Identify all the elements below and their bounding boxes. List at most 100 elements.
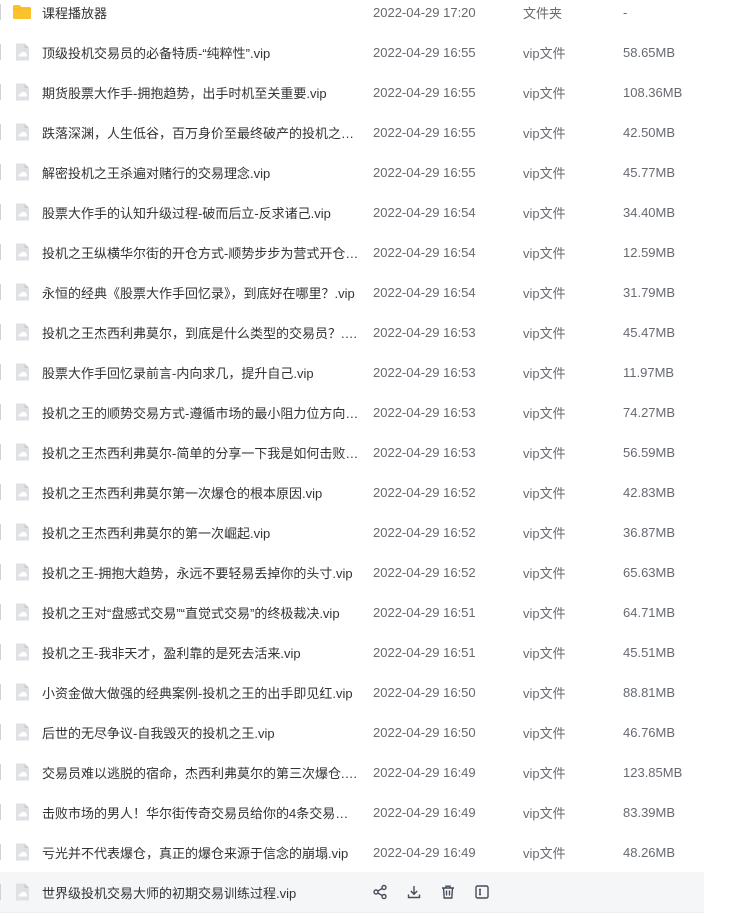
file-row[interactable]: 击败市场的男人！华尔街传奇交易员给你的4条交易忠告.v... 2022-04-29… [0,792,704,832]
download-icon[interactable] [404,882,424,902]
row-checkbox[interactable] [0,364,1,380]
row-checkbox[interactable] [0,84,1,100]
modified-time: 2022-04-29 16:49 [373,764,476,780]
file-name[interactable]: 击败市场的男人！华尔街传奇交易员给你的4条交易忠告.v... [42,803,360,822]
file-name[interactable]: 顶级投机交易员的必备特质-“纯粹性”.vip [42,43,360,62]
file-icon [12,162,32,182]
row-checkbox[interactable] [0,684,1,700]
file-name[interactable]: 跌落深渊，人生低谷，百万身价至最终破产的投机之王.vip [42,123,360,142]
row-checkbox[interactable] [0,724,1,740]
file-row[interactable]: 投机之王纵横华尔街的开仓方式-顺势步步为营式开仓.vip 2022-04-29 1… [0,232,704,272]
file-row[interactable]: 投机之王杰西利弗莫尔第一次爆仓的根本原因.vip 2022-04-29 16:52… [0,472,704,512]
file-row[interactable]: 世界级投机交易大师的初期交易训练过程.vip [0,872,704,912]
row-checkbox[interactable] [0,164,1,180]
file-row[interactable]: 交易员难以逃脱的宿命，杰西利弗莫尔的第三次爆仓.vip 2022-04-29 16… [0,752,704,792]
file-row[interactable]: 亏光并不代表爆仓，真正的爆仓来源于信念的崩塌.vip 2022-04-29 16:… [0,832,704,872]
file-row[interactable]: 投机之王杰西利弗莫尔，到底是什么类型的交易员？.vip 2022-04-29 16… [0,312,704,352]
file-row[interactable]: 解密投机之王杀遍对赌行的交易理念.vip 2022-04-29 16:55 vip文… [0,152,704,192]
file-name[interactable]: 世界级投机交易大师的初期交易训练过程.vip [42,883,360,902]
modified-time: 2022-04-29 16:49 [373,844,476,860]
modified-time: 2022-04-29 16:54 [373,244,476,260]
file-row[interactable]: 投机之王的顺势交易方式-遵循市场的最小阻力位方向.vip 2022-04-29 1… [0,392,704,432]
row-checkbox[interactable] [0,404,1,420]
file-row[interactable]: 顶级投机交易员的必备特质-“纯粹性”.vip 2022-04-29 16:55 vi… [0,32,704,72]
file-row[interactable]: 股票大作手的认知升级过程-破而后立-反求诸己.vip 2022-04-29 16:… [0,192,704,232]
file-row[interactable]: 投机之王杰西利弗莫尔-简单的分享一下我是如何击败市... 2022-04-29 1… [0,432,704,472]
modified-time: 2022-04-29 16:49 [373,804,476,820]
file-name[interactable]: 投机之王-我非天才，盈利靠的是死去活来.vip [42,643,360,662]
file-icon [12,882,32,902]
file-row[interactable]: 投机之王-拥抱大趋势，永远不要轻易丢掉你的头寸.vip 2022-04-29 16… [0,552,704,592]
share-icon[interactable] [370,882,390,902]
file-icon [12,122,32,142]
file-name[interactable]: 课程播放器 [42,3,360,22]
row-checkbox[interactable] [0,844,1,860]
row-checkbox[interactable] [0,284,1,300]
file-row[interactable]: 投机之王对“盘感式交易”“直觉式交易”的终极裁决.vip 2022-04-29 1… [0,592,704,632]
file-size: 65.63MB [623,564,676,580]
file-row[interactable]: 后世的无尽争议-自我毁灭的投机之王.vip 2022-04-29 16:50 vip… [0,712,704,752]
file-name[interactable]: 永恒的经典《股票大作手回忆录》，到底好在哪里？.vip [42,283,360,302]
file-type: vip文件 [523,285,566,301]
file-name[interactable]: 投机之王杰西利弗莫尔，到底是什么类型的交易员？.vip [42,323,360,342]
file-name[interactable]: 投机之王对“盘感式交易”“直觉式交易”的终极裁决.vip [42,603,360,622]
file-size: 11.97MB [623,364,675,380]
file-size: 42.83MB [623,484,676,500]
modified-time: 2022-04-29 16:52 [373,484,476,500]
file-row[interactable]: 期货股票大作手-拥抱趋势，出手时机至关重要.vip 2022-04-29 16:5… [0,72,704,112]
file-row[interactable]: 跌落深渊，人生低谷，百万身价至最终破产的投机之王.vip 2022-04-29 1… [0,112,704,152]
file-type: vip文件 [523,165,566,181]
file-size: 45.47MB [623,324,676,340]
row-checkbox[interactable] [0,524,1,540]
row-checkbox[interactable] [0,644,1,660]
file-name[interactable]: 期货股票大作手-拥抱趋势，出手时机至关重要.vip [42,83,360,102]
file-name[interactable]: 解密投机之王杀遍对赌行的交易理念.vip [42,163,360,182]
folder-row[interactable]: 课程播放器 2022-04-29 17:20 文件夹 - [0,0,704,32]
delete-icon[interactable] [438,882,458,902]
row-checkbox[interactable] [0,44,1,60]
file-name[interactable]: 投机之王杰西利弗莫尔-简单的分享一下我是如何击败市... [42,443,360,462]
more-icon[interactable] [472,882,492,902]
file-name[interactable]: 小资金做大做强的经典案例-投机之王的出手即见红.vip [42,683,360,702]
file-type: 文件夹 [523,5,563,21]
row-checkbox[interactable] [0,244,1,260]
file-icon [12,402,32,422]
row-checkbox[interactable] [0,324,1,340]
file-type: vip文件 [523,565,566,581]
row-checkbox[interactable] [0,204,1,220]
file-icon [12,42,32,62]
file-name[interactable]: 后世的无尽争议-自我毁灭的投机之王.vip [42,723,360,742]
file-icon [12,322,32,342]
file-name[interactable]: 股票大作手回忆录前言-内向求几，提升自己.vip [42,363,360,382]
row-checkbox[interactable] [0,484,1,500]
file-name[interactable]: 交易员难以逃脱的宿命，杰西利弗莫尔的第三次爆仓.vip [42,763,360,782]
file-name[interactable]: 投机之王的顺势交易方式-遵循市场的最小阻力位方向.vip [42,403,360,422]
file-row[interactable]: 永恒的经典《股票大作手回忆录》，到底好在哪里？.vip 2022-04-29 16… [0,272,704,312]
row-checkbox[interactable] [0,884,1,900]
row-checkbox[interactable] [0,4,1,20]
file-type: vip文件 [523,805,566,821]
file-icon [12,642,32,662]
file-size: 42.50MB [623,124,676,140]
row-checkbox[interactable] [0,444,1,460]
file-row[interactable]: 股票大作手回忆录前言-内向求几，提升自己.vip 2022-04-29 16:53… [0,352,704,392]
file-name[interactable]: 投机之王纵横华尔街的开仓方式-顺势步步为营式开仓.vip [42,243,360,262]
modified-time: 2022-04-29 16:55 [373,124,476,140]
file-icon [12,82,32,102]
file-name[interactable]: 投机之王-拥抱大趋势，永远不要轻易丢掉你的头寸.vip [42,563,360,582]
file-name[interactable]: 投机之王杰西利弗莫尔第一次爆仓的根本原因.vip [42,483,360,502]
file-list: 课程播放器 2022-04-29 17:20 文件夹 - 顶级投机交易员的必备特质-“纯… [0,0,704,912]
row-checkbox[interactable] [0,764,1,780]
file-name[interactable]: 股票大作手的认知升级过程-破而后立-反求诸己.vip [42,203,360,222]
file-row[interactable]: 小资金做大做强的经典案例-投机之王的出手即见红.vip 2022-04-29 16… [0,672,704,712]
modified-time: 2022-04-29 16:53 [373,364,476,380]
row-checkbox[interactable] [0,124,1,140]
row-checkbox[interactable] [0,564,1,580]
row-checkbox[interactable] [0,604,1,620]
row-actions [370,882,492,902]
row-checkbox[interactable] [0,804,1,820]
file-row[interactable]: 投机之王-我非天才，盈利靠的是死去活来.vip 2022-04-29 16:51 v… [0,632,704,672]
file-row[interactable]: 投机之王杰西利弗莫尔的第一次崛起.vip 2022-04-29 16:52 vip文… [0,512,704,552]
file-name[interactable]: 投机之王杰西利弗莫尔的第一次崛起.vip [42,523,360,542]
file-name[interactable]: 亏光并不代表爆仓，真正的爆仓来源于信念的崩塌.vip [42,843,360,862]
